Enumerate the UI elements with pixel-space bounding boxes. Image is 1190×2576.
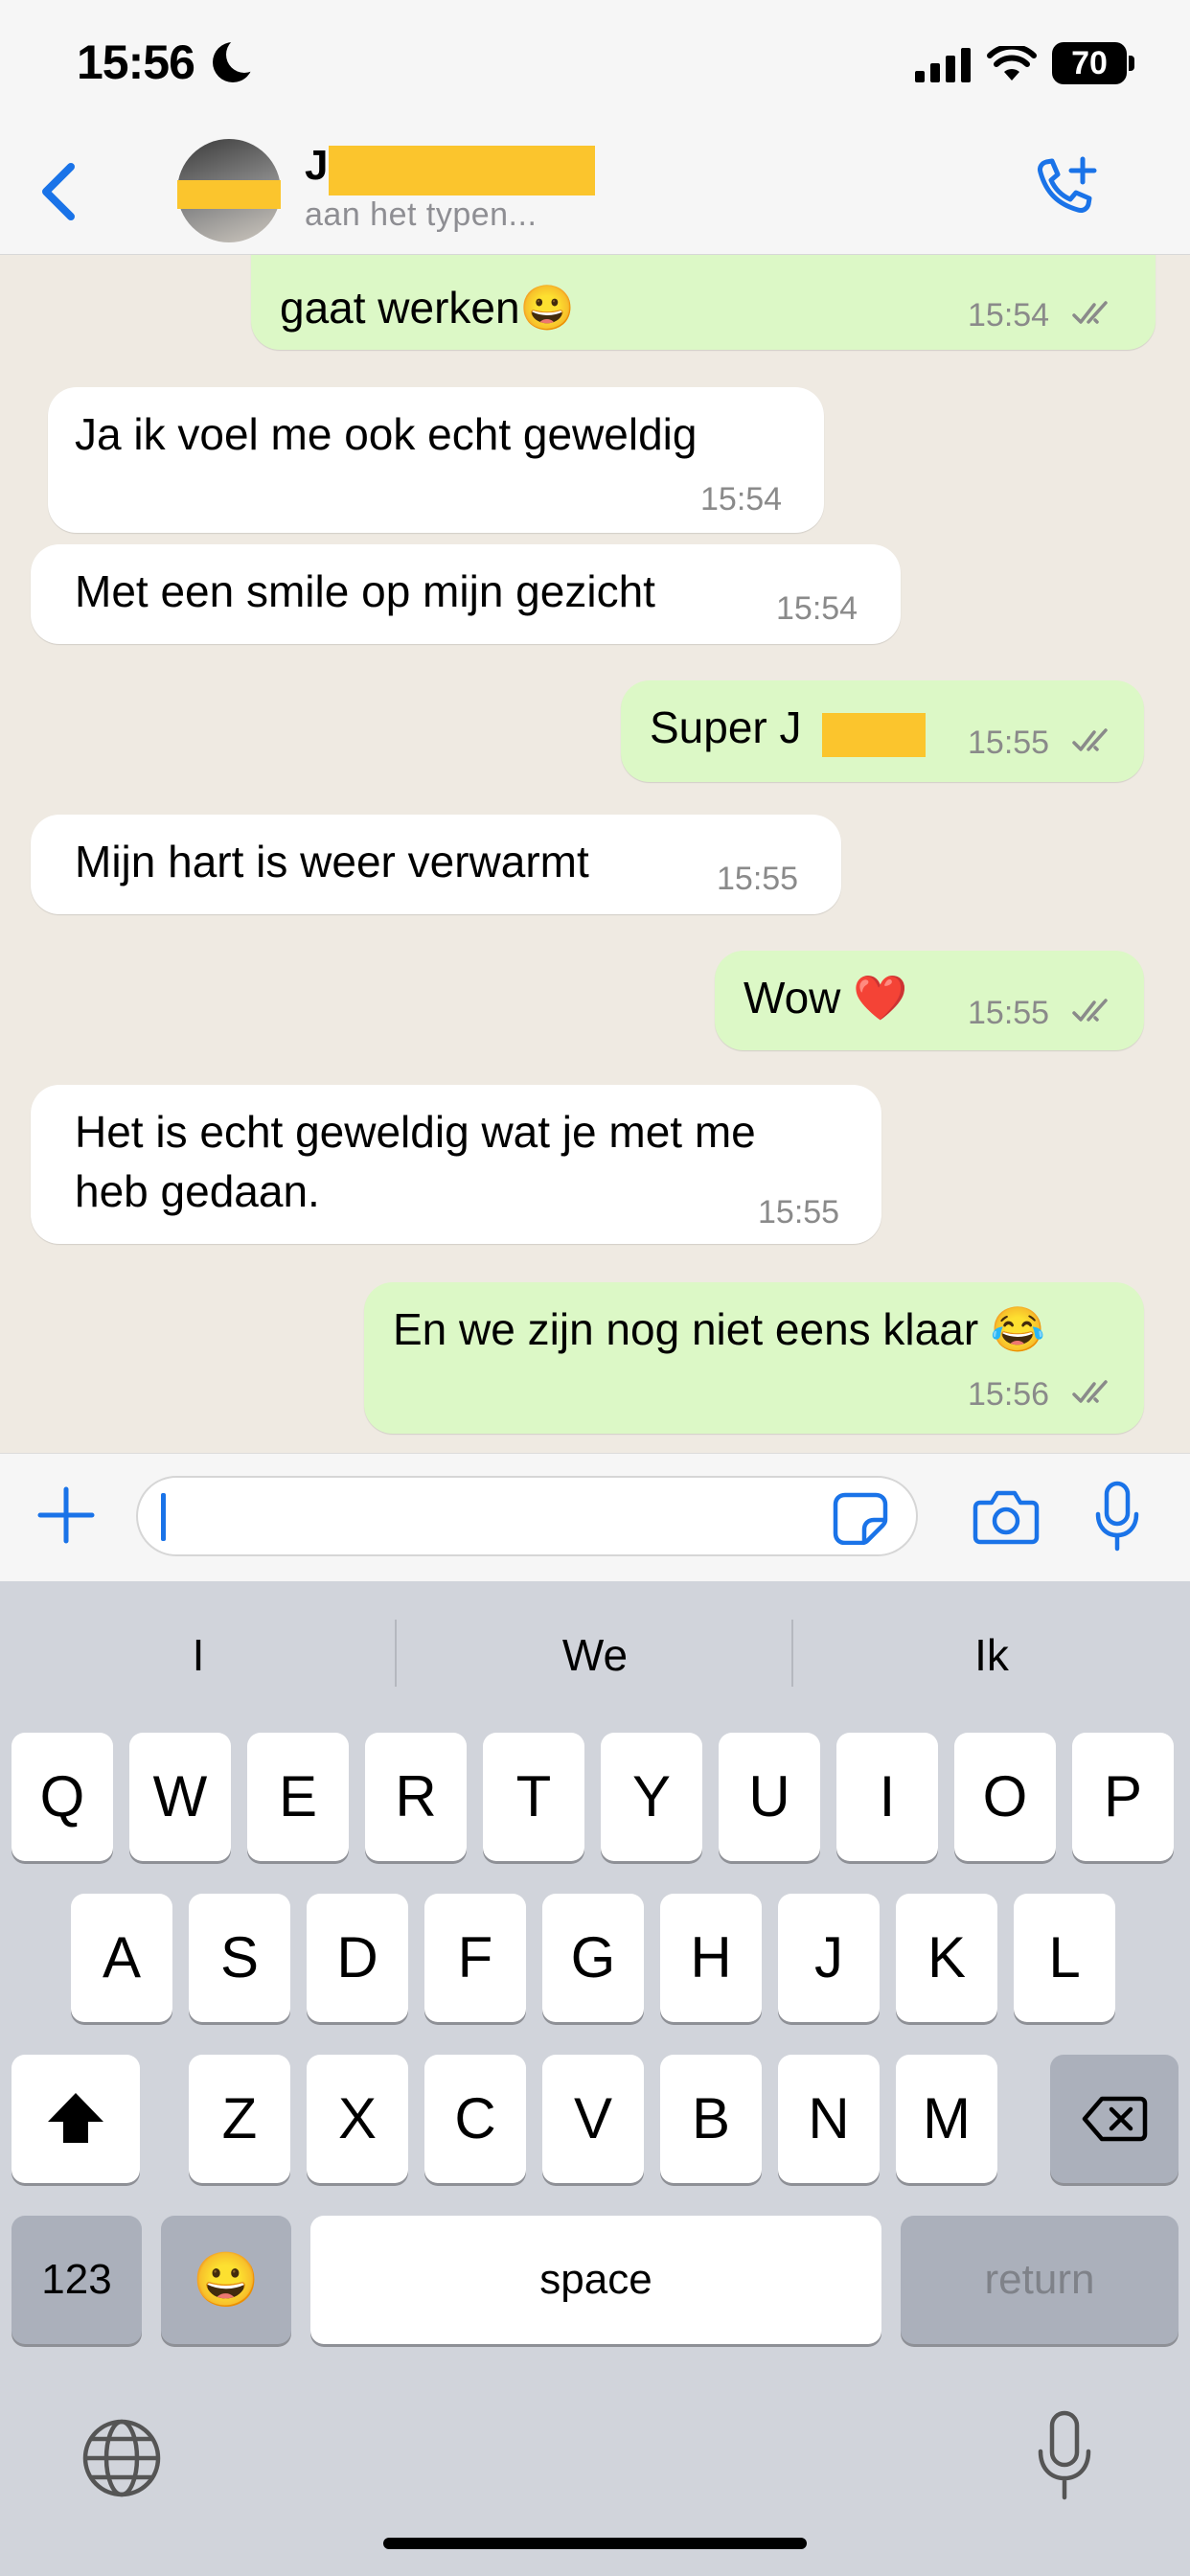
key-e[interactable]: E bbox=[247, 1733, 349, 1861]
home-indicator bbox=[383, 2538, 807, 2549]
key-c[interactable]: C bbox=[424, 2055, 526, 2183]
message-time: 15:54 bbox=[700, 481, 783, 518]
key-z[interactable]: Z bbox=[189, 2055, 290, 2183]
typing-status: aan het typen... bbox=[305, 196, 538, 233]
suggestion-divider bbox=[791, 1620, 793, 1687]
shift-key[interactable] bbox=[11, 2055, 140, 2183]
suggestion-divider bbox=[395, 1620, 397, 1687]
key-s[interactable]: S bbox=[189, 1894, 290, 2022]
return-key[interactable]: return bbox=[901, 2216, 1179, 2344]
key-k[interactable]: K bbox=[896, 1894, 997, 2022]
message-text: gaat werken😀 bbox=[280, 283, 575, 333]
dictation-microphone-icon[interactable] bbox=[1035, 2407, 1094, 2503]
name-redaction bbox=[822, 713, 926, 757]
message-time: 15:56 bbox=[968, 1376, 1050, 1413]
text-caret bbox=[161, 1493, 166, 1541]
key-t[interactable]: T bbox=[483, 1733, 584, 1861]
key-q[interactable]: Q bbox=[11, 1733, 113, 1861]
message-time: 15:54 bbox=[968, 297, 1050, 334]
message-text: Met een smile op mijn gezicht bbox=[75, 566, 655, 616]
key-o[interactable]: O bbox=[954, 1733, 1056, 1861]
space-key[interactable]: space bbox=[310, 2216, 881, 2344]
suggestion-3[interactable]: Ik bbox=[848, 1629, 1135, 1681]
read-ticks-icon bbox=[1072, 1380, 1108, 1403]
globe-icon[interactable] bbox=[80, 2417, 163, 2499]
name-redaction bbox=[329, 146, 595, 196]
message-time: 15:55 bbox=[968, 724, 1050, 761]
shift-arrow-icon bbox=[48, 2093, 103, 2143]
key-m[interactable]: M bbox=[896, 2055, 997, 2183]
camera-icon[interactable] bbox=[973, 1485, 1040, 1547]
message-time: 15:55 bbox=[968, 995, 1050, 1031]
sticker-icon[interactable] bbox=[832, 1491, 889, 1545]
key-u[interactable]: U bbox=[719, 1733, 820, 1861]
message-time: 15:55 bbox=[717, 861, 799, 897]
key-v[interactable]: V bbox=[542, 2055, 644, 2183]
message-text: Ja ik voel me ook echt geweldig bbox=[75, 409, 698, 459]
message-text: Super J bbox=[650, 702, 802, 752]
message-time: 15:55 bbox=[758, 1194, 840, 1230]
read-ticks-icon bbox=[1072, 301, 1108, 324]
key-n[interactable]: N bbox=[778, 2055, 880, 2183]
contact-name[interactable]: J bbox=[305, 142, 328, 190]
add-call-icon[interactable] bbox=[1025, 153, 1102, 230]
cellular-signal-icon bbox=[915, 48, 971, 82]
message-list[interactable]: gaat werken😀 15:54 Ja ik voel me ook ech… bbox=[0, 255, 1190, 1453]
key-p[interactable]: P bbox=[1072, 1733, 1174, 1861]
key-g[interactable]: G bbox=[542, 1894, 644, 2022]
message-text-line-1: Het is echt geweldig wat je met me bbox=[75, 1107, 756, 1157]
key-l[interactable]: L bbox=[1014, 1894, 1115, 2022]
delete-key[interactable] bbox=[1050, 2055, 1179, 2183]
key-j[interactable]: J bbox=[778, 1894, 880, 2022]
read-ticks-icon bbox=[1072, 728, 1108, 751]
moon-icon-cutout bbox=[226, 36, 263, 73]
suggestion-1[interactable]: I bbox=[55, 1629, 342, 1681]
numbers-key[interactable]: 123 bbox=[11, 2216, 142, 2344]
key-b[interactable]: B bbox=[660, 2055, 762, 2183]
key-d[interactable]: D bbox=[307, 1894, 408, 2022]
attach-plus-icon[interactable] bbox=[34, 1484, 98, 1547]
message-text: En we zijn nog niet eens klaar 😂 bbox=[393, 1304, 1046, 1354]
key-y[interactable]: Y bbox=[601, 1733, 702, 1861]
key-x[interactable]: X bbox=[307, 2055, 408, 2183]
key-a[interactable]: A bbox=[71, 1894, 172, 2022]
key-r[interactable]: R bbox=[365, 1733, 467, 1861]
battery-icon: 70 bbox=[1052, 42, 1127, 84]
key-w[interactable]: W bbox=[129, 1733, 231, 1861]
key-f[interactable]: F bbox=[424, 1894, 526, 2022]
emoji-key[interactable]: 😀 bbox=[161, 2216, 291, 2344]
avatar-redaction bbox=[177, 180, 281, 209]
battery-tip bbox=[1129, 56, 1134, 71]
backspace-icon bbox=[1082, 2096, 1148, 2142]
message-text: Mijn hart is weer verwarmt bbox=[75, 837, 589, 886]
message-text: Wow ❤️ bbox=[744, 973, 908, 1023]
back-chevron-icon[interactable] bbox=[29, 153, 86, 230]
message-input[interactable] bbox=[136, 1476, 918, 1556]
key-i[interactable]: I bbox=[836, 1733, 938, 1861]
wifi-icon bbox=[987, 46, 1037, 80]
read-ticks-icon bbox=[1072, 999, 1108, 1022]
status-time: 15:56 bbox=[77, 35, 195, 89]
key-h[interactable]: H bbox=[660, 1894, 762, 2022]
message-time: 15:54 bbox=[776, 590, 858, 627]
microphone-icon[interactable] bbox=[1092, 1480, 1142, 1552]
suggestion-2[interactable]: We bbox=[451, 1629, 739, 1681]
message-text-line-2: heb gedaan. bbox=[75, 1166, 320, 1216]
